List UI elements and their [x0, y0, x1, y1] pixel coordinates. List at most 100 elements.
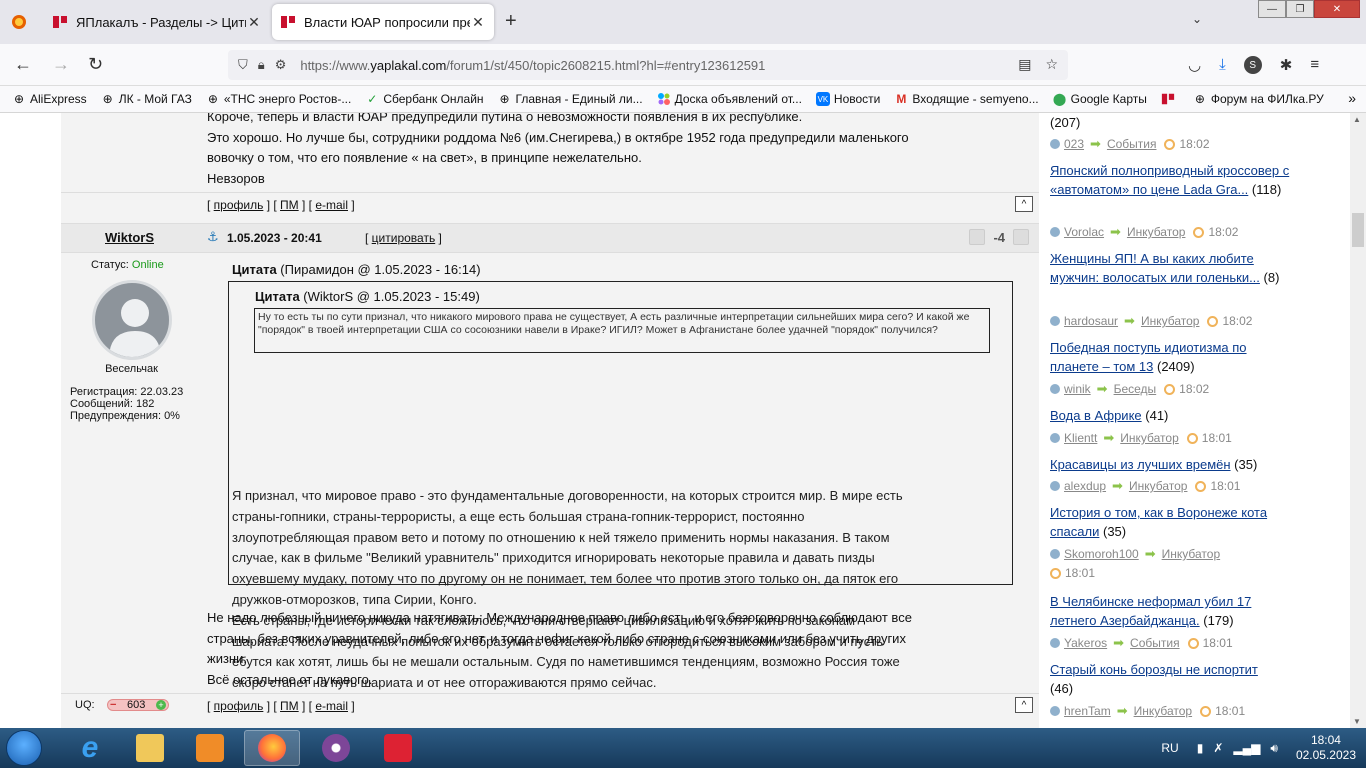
clock-icon [1207, 315, 1219, 327]
yaplakal-icon [1161, 92, 1175, 106]
status-online: Online [131, 259, 164, 271]
tab-bar: ЯПлакалъ - Разделы -> Цитир ✕ Власти ЮАР… [0, 0, 1366, 44]
prev-post-footer: [ профиль ] [ ПМ ] [ e-mail ] ^ [61, 192, 1039, 216]
bookmark-gaz[interactable]: ⊕ ЛК - Мой ГАЗ [101, 92, 192, 106]
quote-button[interactable]: цитировать [372, 231, 436, 245]
clock[interactable]: 18:04 02.05.2023 [1296, 733, 1356, 763]
scroll-down-icon[interactable]: ▼ [1353, 717, 1361, 726]
menu-icon[interactable]: ≡ [1310, 56, 1319, 74]
arrow-right-icon: ➡ [1113, 635, 1125, 650]
reload-icon[interactable]: ↻ [88, 54, 103, 75]
bookmark-yaplakal[interactable] [1161, 92, 1179, 106]
bookmarks-bar: ⊕ AliExpress ⊕ ЛК - Мой ГАЗ ⊕ «ТНС энерго Р… [0, 86, 1366, 113]
user-icon [1050, 227, 1060, 237]
maps-icon: ⬤ [1052, 92, 1067, 106]
topic-item: В Челябинске неформал убил 17 летнего Аз… [1050, 594, 1252, 628]
minimize-button[interactable]: — [1258, 0, 1286, 18]
language-indicator[interactable]: RU [1161, 741, 1178, 755]
globe-icon: ⊕ [102, 92, 113, 106]
taskbar-explorer[interactable] [122, 730, 178, 766]
download-icon[interactable]: ⤓ [1219, 56, 1226, 74]
restore-button[interactable]: ❐ [1286, 0, 1314, 18]
scroll-top-button[interactable]: ^ [1015, 697, 1033, 713]
reader-view-icon[interactable]: ▤ [1018, 56, 1031, 73]
new-tab-button[interactable]: + [505, 10, 517, 33]
tor-icon [322, 734, 350, 762]
topic-item: Вода в Африке (41) [1050, 408, 1169, 423]
rating-value: -4 [993, 229, 1005, 245]
lock-icon[interactable]: 🔒︎ [258, 57, 265, 73]
close-icon[interactable]: ✕ [246, 14, 262, 31]
yaplakal-icon [280, 14, 296, 30]
volume-icon[interactable]: 🔊︎ [1270, 741, 1278, 756]
karma-minus-button[interactable]: − [110, 699, 116, 711]
taskbar-firefox[interactable] [244, 730, 300, 766]
close-icon[interactable]: ✕ [470, 14, 486, 31]
vote-down-icon[interactable] [969, 229, 986, 245]
network-warning-icon[interactable]: ✗ [1213, 741, 1223, 756]
page-content: Короче, теперь и власти ЮАР предупредили… [0, 113, 1350, 728]
tab-yaplakal-sections[interactable]: ЯПлакалъ - Разделы -> Цитир ✕ [44, 4, 270, 40]
scroll-up-icon[interactable]: ▲ [1353, 115, 1361, 124]
scroll-top-button[interactable]: ^ [1015, 196, 1033, 212]
uq-row: UQ: − 603 + [61, 694, 202, 718]
user-icon [1050, 706, 1060, 716]
taskbar-media-player[interactable] [182, 730, 238, 766]
extensions-icon[interactable]: ✱ [1280, 56, 1293, 74]
chevron-right-icon[interactable]: » [1348, 90, 1356, 106]
karma-plus-button[interactable]: + [155, 700, 166, 710]
user-stats: Регистрация: 22.03.23 Сообщений: 182 Пре… [70, 386, 184, 422]
chevron-down-icon[interactable]: ⌄ [1192, 12, 1202, 26]
vote-up-icon[interactable] [1013, 229, 1029, 245]
bookmark-gmail[interactable]: M Входящие - semyeno... [894, 92, 1038, 106]
battery-icon[interactable]: ▮ [1197, 741, 1204, 756]
firefox-view-icon[interactable] [11, 14, 27, 30]
tab-active-topic[interactable]: Власти ЮАР попросили прези ✕ [272, 4, 494, 40]
bookmark-avito[interactable]: Доска объявлений от... [657, 92, 802, 106]
profile-link[interactable]: профиль [214, 699, 264, 713]
cards-icon [384, 734, 412, 762]
permissions-icon[interactable]: ⚙ [275, 57, 287, 73]
arrow-right-icon: ➡ [1116, 703, 1128, 718]
bookmark-tns[interactable]: ⊕ «ТНС энерго Ростов-... [206, 92, 351, 106]
bookmark-vk-news[interactable]: VK Новости [815, 92, 880, 106]
bookmark-star-icon[interactable]: ☆ [1045, 56, 1058, 73]
email-link[interactable]: e-mail [315, 198, 348, 212]
email-link[interactable]: e-mail [315, 699, 348, 713]
bookmark-google-maps[interactable]: ⬤ Google Карты [1053, 92, 1147, 106]
pocket-icon[interactable]: ◡ [1188, 56, 1201, 74]
start-button[interactable] [6, 730, 42, 766]
firefox-icon [258, 734, 286, 762]
page-scrollbar[interactable]: ▲ ▼ [1350, 113, 1366, 728]
scroll-thumb[interactable] [1352, 213, 1364, 247]
url-text[interactable]: https://www.yaplakal.com/forum1/st/450/t… [300, 58, 765, 73]
account-avatar[interactable]: S [1243, 56, 1262, 74]
pm-link[interactable]: ПМ [280, 699, 299, 713]
nested-quote-header: Цитата (WiktorS @ 1.05.2023 - 15:49) [255, 289, 480, 304]
bookmark-sber[interactable]: ✓ Сбербанк Онлайн [365, 92, 483, 106]
forward-arrow-icon[interactable]: → [52, 54, 70, 75]
anchor-icon[interactable]: ⚓ [207, 229, 219, 245]
post-rating: -4 [969, 229, 1029, 245]
taskbar-tor[interactable] [308, 730, 364, 766]
uq-label: UQ: [75, 699, 95, 711]
url-bar[interactable]: ⛉ 🔒︎ ⚙ https://www.yaplakal.com/forum1/s… [228, 50, 1068, 80]
pm-link[interactable]: ПМ [280, 198, 299, 212]
bookmark-filka[interactable]: ⊕ Форум на ФИЛка.РУ [1193, 92, 1324, 106]
clock-icon [1187, 637, 1199, 649]
ie-icon: e [81, 731, 99, 764]
post-author[interactable]: WiktorS [105, 230, 154, 245]
close-window-button[interactable]: ✕ [1314, 0, 1360, 18]
back-arrow-icon[interactable]: ← [14, 54, 32, 75]
clock-icon [1200, 705, 1212, 717]
user-icon [1050, 316, 1060, 326]
taskbar-cards-game[interactable] [370, 730, 426, 766]
shield-icon[interactable]: ⛉ [238, 57, 248, 73]
topic-item: Победная поступь идиотизма по планете – … [1050, 340, 1247, 374]
avatar[interactable] [92, 280, 172, 360]
taskbar-ie[interactable]: e [62, 730, 118, 766]
bookmark-gosuslugi[interactable]: ⊕ Главная - Единый ли... [498, 92, 643, 106]
signal-icon[interactable]: ▂▄▆ [1233, 741, 1260, 756]
bookmark-aliexpress[interactable]: ⊕ AliExpress [12, 92, 87, 106]
profile-link[interactable]: профиль [214, 198, 264, 212]
